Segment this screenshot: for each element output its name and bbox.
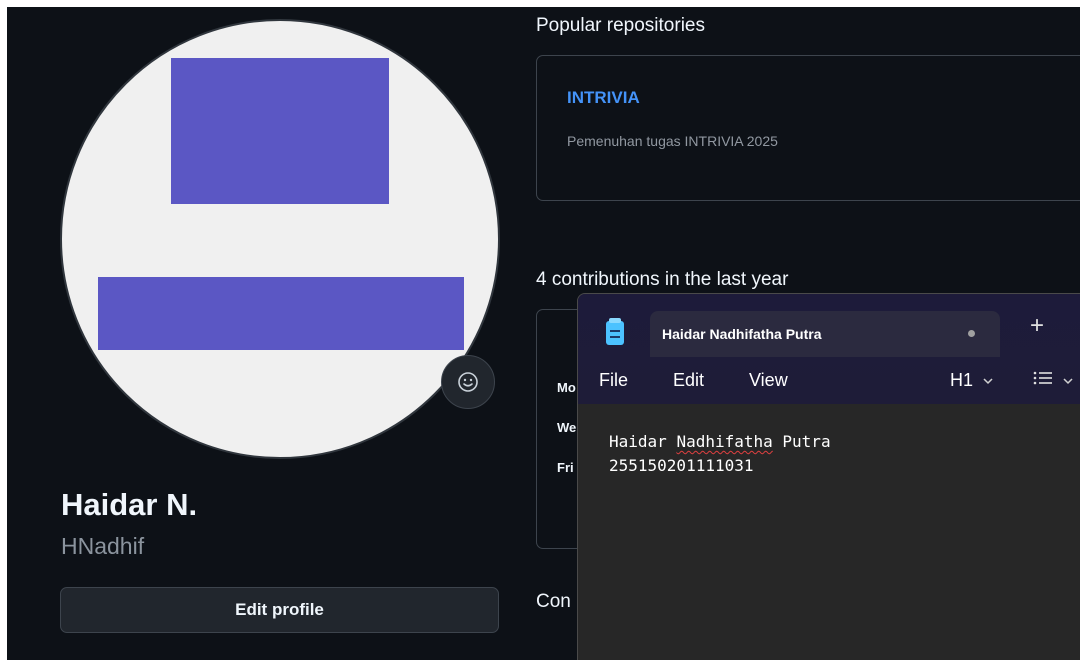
notepad-icon	[606, 318, 624, 345]
notepad-titlebar: Haidar Nadhifatha Putra + File Edit View…	[578, 294, 1080, 404]
day-label-monday: Mo	[557, 380, 576, 395]
list-format-button[interactable]	[1033, 370, 1074, 391]
popular-repositories-title: Popular repositories	[536, 15, 705, 36]
repo-link[interactable]: INTRIVIA	[567, 88, 640, 108]
notepad-tab-title: Haidar Nadhifatha Putra	[662, 326, 822, 342]
notepad-window: Haidar Nadhifatha Putra + File Edit View…	[577, 293, 1080, 660]
editor-word: Haidar	[609, 432, 667, 451]
menu-file[interactable]: File	[599, 370, 628, 391]
contribution-activity-title: Con	[536, 591, 571, 612]
profile-login: HNadhif	[61, 533, 145, 559]
repo-description: Pemenuhan tugas INTRIVIA 2025	[567, 133, 778, 149]
list-icon	[1033, 371, 1052, 385]
smiley-icon	[458, 372, 478, 392]
repo-card: INTRIVIA Pemenuhan tugas INTRIVIA 2025	[536, 55, 1080, 201]
menu-view[interactable]: View	[749, 370, 788, 391]
heading-select-value: H1	[950, 370, 974, 390]
menu-edit[interactable]: Edit	[673, 370, 704, 391]
day-label-wednesday: We	[557, 420, 577, 435]
set-status-button[interactable]	[441, 355, 495, 409]
heading-select[interactable]: H1	[950, 370, 994, 391]
profile-page: Haidar N. HNadhif Edit profile Popular r…	[7, 7, 1080, 660]
avatar[interactable]	[60, 19, 500, 459]
editor-word: Putra	[782, 432, 831, 451]
day-label-friday: Fri	[557, 460, 574, 475]
editor-line-1: Haidar Nadhifatha Putra	[609, 432, 831, 451]
avatar-shape-top	[171, 58, 389, 204]
notepad-tab[interactable]: Haidar Nadhifatha Putra	[650, 311, 1000, 357]
notepad-editor[interactable]: Haidar Nadhifatha Putra 255150201111031	[578, 404, 1080, 660]
misspelled-word[interactable]: Nadhifatha	[676, 432, 772, 451]
chevron-down-icon	[983, 378, 993, 385]
profile-name: Haidar N.	[61, 487, 198, 522]
chevron-down-icon	[1063, 378, 1073, 385]
unsaved-dot-icon[interactable]	[968, 330, 975, 337]
avatar-shape-bottom	[98, 277, 464, 350]
contributions-title: 4 contributions in the last year	[536, 269, 789, 290]
new-tab-plus-icon[interactable]: +	[1030, 314, 1044, 338]
editor-line-2: 255150201111031	[609, 456, 754, 475]
edit-profile-button[interactable]: Edit profile	[60, 587, 499, 633]
